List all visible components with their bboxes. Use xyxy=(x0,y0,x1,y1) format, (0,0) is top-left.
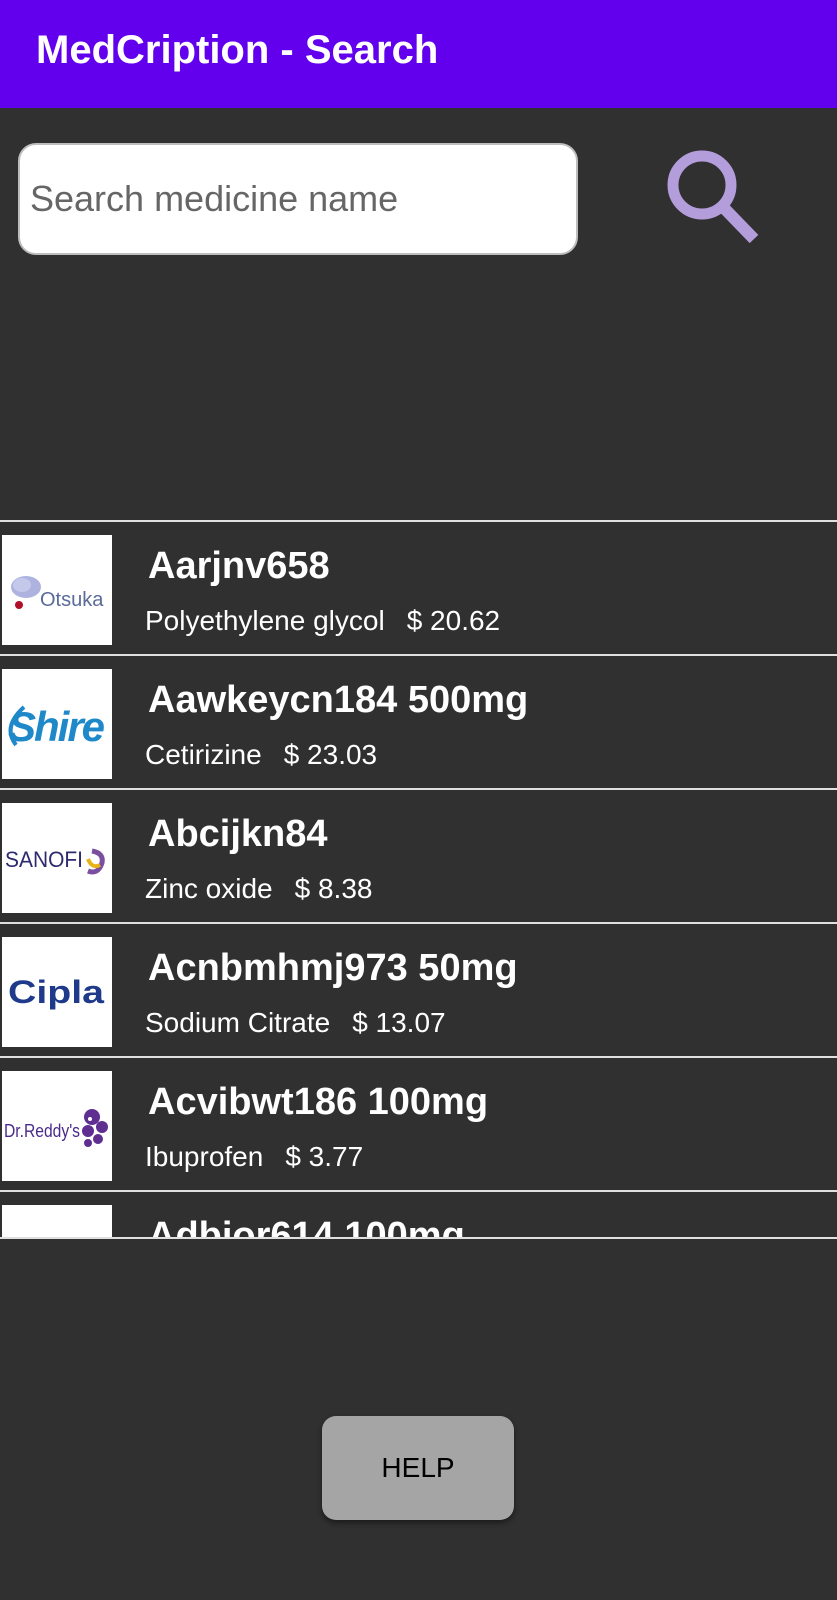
list-item[interactable]: Dr.Reddy's Acvibwt186 100mg Ibuprofen $ 3… xyxy=(0,1058,837,1192)
medicine-name: Acvibwt186 100mg xyxy=(148,1081,489,1123)
list-item[interactable]: SANOFI Abcijkn84 Zinc oxide $ 8.38 xyxy=(0,790,837,924)
generic-name: Cetirizine xyxy=(145,739,262,770)
list-item[interactable]: Cipla Acnbmhmj973 50mg Sodium Citrate $ 1… xyxy=(0,924,837,1058)
medicine-name: Aarjnv658 xyxy=(148,545,330,587)
svg-text:Dr.Reddy's: Dr.Reddy's xyxy=(4,1121,80,1141)
medicine-details: Polyethylene glycol $ 20.62 xyxy=(145,604,500,638)
price: $ 8.38 xyxy=(294,873,373,904)
search-button[interactable] xyxy=(660,145,780,255)
otsuka-logo: Otsuka xyxy=(2,535,112,645)
list-item[interactable]: Shire Aawkeycn184 500mg Cetirizine $ 23.0… xyxy=(0,656,837,790)
generic-logo xyxy=(2,1205,112,1237)
page-title: MedCription - Search xyxy=(36,28,439,72)
svg-text:Cipla: Cipla xyxy=(8,974,104,1010)
medicine-name: Abcijkn84 xyxy=(148,813,328,855)
drreddys-logo: Dr.Reddy's xyxy=(2,1071,112,1181)
generic-name: Ibuprofen xyxy=(145,1141,264,1172)
price: $ 23.03 xyxy=(283,739,378,770)
medicine-details: Sodium Citrate $ 13.07 xyxy=(145,1006,446,1040)
svg-text:SANOFI: SANOFI xyxy=(5,847,83,872)
search-icon xyxy=(667,150,759,244)
svg-text:Shire: Shire xyxy=(8,703,105,750)
help-button[interactable]: HELP xyxy=(322,1416,514,1520)
price: $ 13.07 xyxy=(352,1007,446,1038)
list-item[interactable]: Adbjor614 100mg xyxy=(0,1192,837,1239)
medicine-details: Zinc oxide $ 8.38 xyxy=(145,872,372,906)
medicine-name: Aawkeycn184 500mg xyxy=(148,679,529,721)
medicine-name: Adbjor614 100mg xyxy=(148,1215,465,1239)
medicine-results-list[interactable]: Otsuka Aarjnv658 Polyethylene glycol $ 20… xyxy=(0,520,837,1239)
list-item[interactable]: Otsuka Aarjnv658 Polyethylene glycol $ 20… xyxy=(0,522,837,656)
sanofi-logo: SANOFI xyxy=(2,803,112,913)
generic-name: Zinc oxide xyxy=(145,873,273,904)
search-input[interactable] xyxy=(18,143,578,255)
medicine-details: Cetirizine $ 23.03 xyxy=(145,738,377,772)
svg-text:Otsuka: Otsuka xyxy=(40,589,104,611)
app-bar: MedCription - Search xyxy=(0,0,837,108)
medicine-details: Ibuprofen $ 3.77 xyxy=(145,1140,363,1174)
price: $ 20.62 xyxy=(406,605,501,636)
generic-name: Polyethylene glycol xyxy=(145,605,385,636)
medicine-name: Acnbmhmj973 50mg xyxy=(148,947,518,989)
shire-logo: Shire xyxy=(2,669,112,779)
cipla-logo: Cipla xyxy=(2,937,112,1047)
generic-name: Sodium Citrate xyxy=(145,1007,331,1038)
price: $ 3.77 xyxy=(285,1141,364,1172)
